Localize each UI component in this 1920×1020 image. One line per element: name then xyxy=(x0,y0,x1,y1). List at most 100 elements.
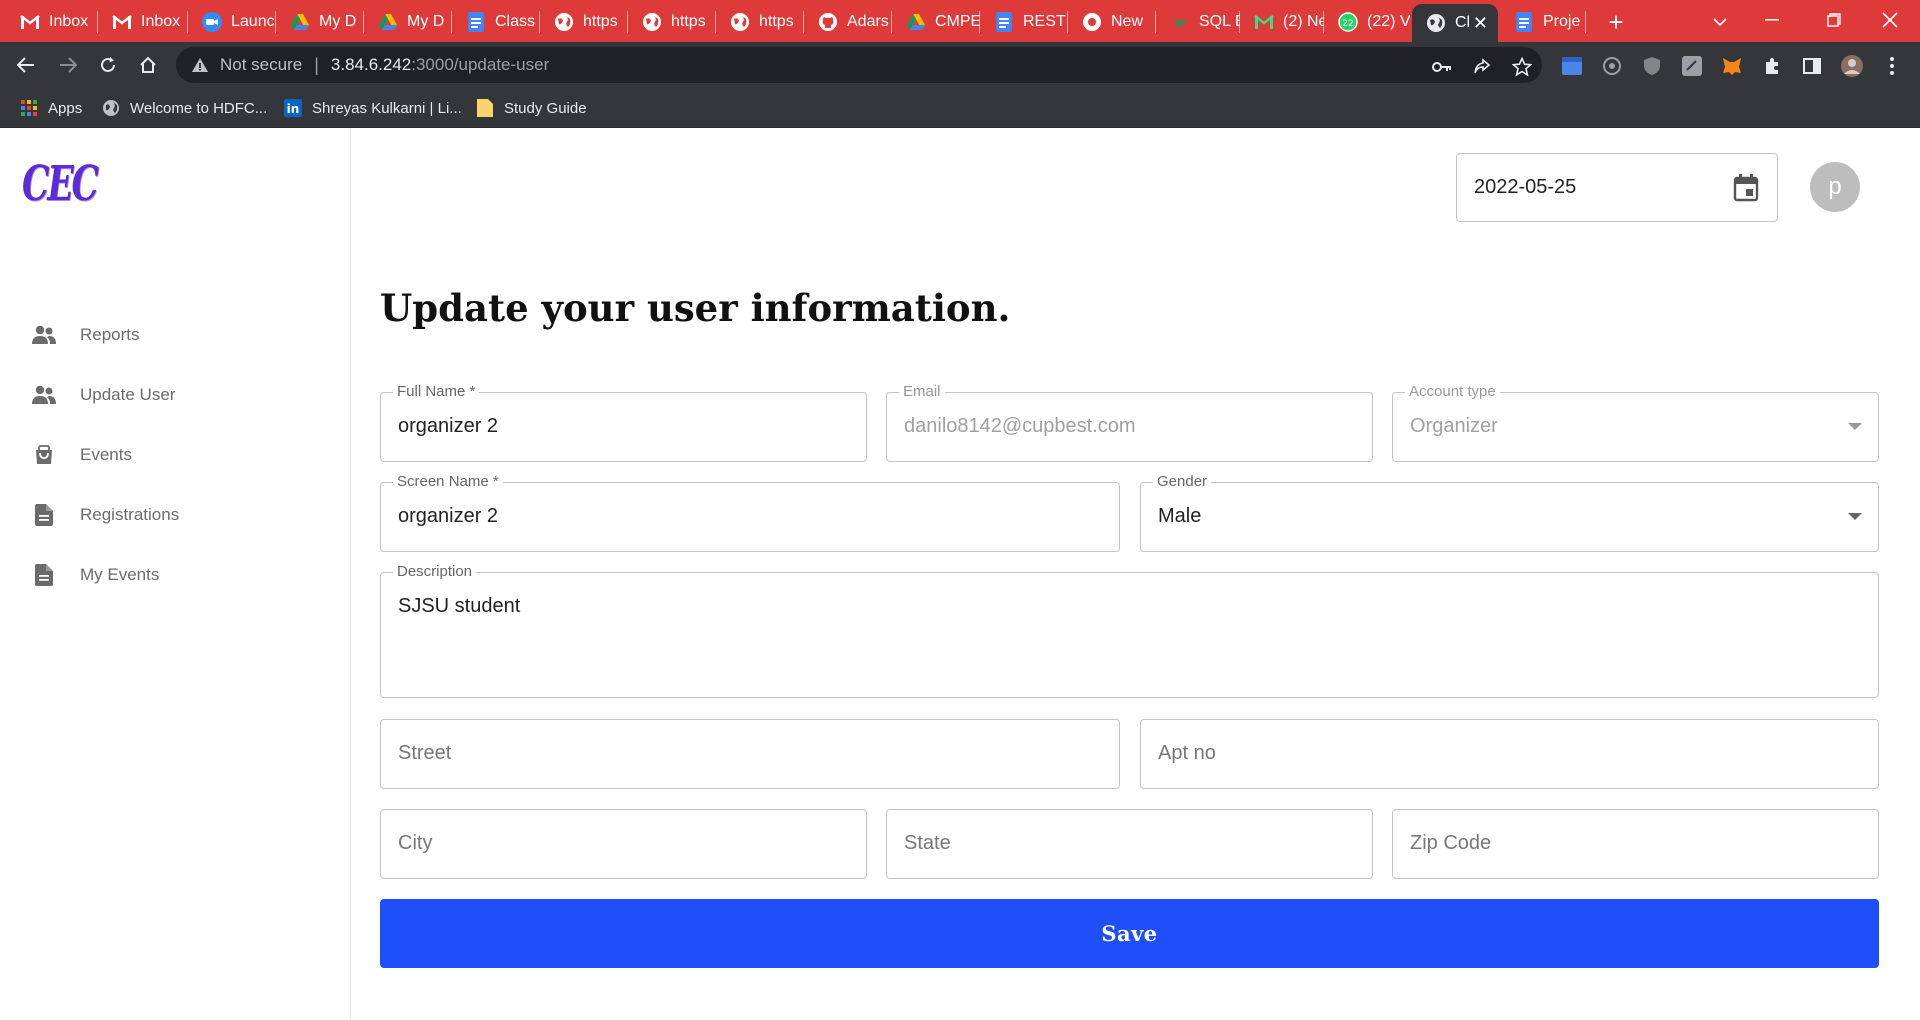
apt-no-input[interactable]: Apt no xyxy=(1140,719,1879,789)
side-panel-icon[interactable] xyxy=(1801,55,1823,77)
gender-select[interactable]: Gender Male xyxy=(1140,473,1879,552)
browser-tab[interactable]: Inbox xyxy=(98,6,186,38)
screen-name-field[interactable]: Screen Name * organizer 2 xyxy=(380,473,1120,552)
bookmark-hdfc[interactable]: Welcome to HDFC... xyxy=(102,96,267,120)
browser-tab[interactable]: New xyxy=(1068,6,1156,38)
page-title: Update your user information. xyxy=(380,286,1011,330)
apt-no-placeholder: Apt no xyxy=(1158,742,1216,764)
star-icon[interactable] xyxy=(1510,55,1534,79)
share-icon[interactable] xyxy=(1470,55,1494,79)
avatar[interactable]: p xyxy=(1810,162,1860,212)
sidebar-item-label: Events xyxy=(80,445,132,464)
browser-tab[interactable]: (2) Ne xyxy=(1240,6,1324,38)
document-icon xyxy=(30,561,58,589)
sidebar-item-my-events[interactable]: My Events xyxy=(30,555,330,595)
address-bar[interactable]: Not secure | 3.84.6.242 :3000/update-use… xyxy=(176,47,1542,83)
metamask-icon[interactable] xyxy=(1721,55,1743,77)
people-icon xyxy=(30,321,58,349)
city-input[interactable]: City xyxy=(380,809,867,879)
document-icon xyxy=(30,501,58,529)
browser-tab[interactable]: 22 (22) V xyxy=(1324,6,1410,38)
menu-kebab-icon[interactable] xyxy=(1881,55,1903,77)
docs-icon xyxy=(1514,12,1534,32)
gender-label: Gender xyxy=(1153,473,1212,491)
date-picker-input[interactable]: 2022-05-25 xyxy=(1456,153,1778,222)
tab-search-icon[interactable] xyxy=(1706,8,1734,36)
close-window-icon[interactable] xyxy=(1862,0,1918,40)
state-input[interactable]: State xyxy=(886,809,1373,879)
street-input[interactable]: Street xyxy=(380,719,1120,789)
app-logo[interactable]: CEC xyxy=(22,156,99,212)
chevron-down-icon xyxy=(1848,423,1862,430)
warning-icon[interactable] xyxy=(190,55,210,75)
calendar-icon[interactable] xyxy=(1733,174,1761,202)
puzzle-icon[interactable] xyxy=(1761,55,1783,77)
sidebar: CEC Reports Update User Events Registrat… xyxy=(0,128,351,1020)
bookmark-apps[interactable]: Apps xyxy=(20,96,82,120)
sidebar-item-label: Registrations xyxy=(80,505,180,524)
tab-title: Proje xyxy=(1543,13,1581,30)
state-placeholder: State xyxy=(904,832,951,854)
browser-tab[interactable]: https xyxy=(716,6,804,38)
forward-icon[interactable] xyxy=(52,49,84,81)
browser-tab[interactable]: Class xyxy=(452,6,540,38)
bookmark-label: Apps xyxy=(48,99,83,117)
sidebar-item-update-user[interactable]: Update User xyxy=(30,375,330,415)
tab-title: SQL E xyxy=(1199,13,1240,30)
calendar-ext-icon[interactable] xyxy=(1561,55,1583,77)
browser-toolbar: Not secure | 3.84.6.242 :3000/update-use… xyxy=(0,42,1920,88)
sidebar-item-events[interactable]: Events xyxy=(30,435,330,475)
browser-tab[interactable]: My D xyxy=(276,6,364,38)
restore-icon[interactable] xyxy=(1806,0,1862,40)
browser-tab[interactable]: https xyxy=(540,6,628,38)
browser-tab[interactable]: CMPE xyxy=(892,6,980,38)
key-icon[interactable] xyxy=(1430,55,1454,79)
date-value: 2022-05-25 xyxy=(1474,176,1577,198)
svg-text:in: in xyxy=(287,102,300,116)
browser-tab[interactable]: Adars xyxy=(804,6,892,38)
browser-tab[interactable]: Proje xyxy=(1500,6,1586,38)
svg-text:22: 22 xyxy=(1342,19,1353,29)
screen-name-label: Screen Name * xyxy=(393,473,503,491)
browser-tab[interactable]: https xyxy=(628,6,716,38)
new-tab-button[interactable]: + xyxy=(1600,6,1632,38)
profile-avatar-icon[interactable] xyxy=(1841,55,1863,77)
back-icon[interactable] xyxy=(10,49,42,81)
reload-icon[interactable] xyxy=(92,49,124,81)
tab-title: Inbox xyxy=(49,13,89,30)
screen-name-value: organizer 2 xyxy=(398,505,499,527)
bookmark-study-guide[interactable]: Study Guide xyxy=(476,96,587,120)
close-tab-icon[interactable]: ✕ xyxy=(1473,13,1488,34)
browser-tab[interactable]: Launc xyxy=(188,6,276,38)
browser-tab-active[interactable]: Cl ✕ xyxy=(1412,4,1498,42)
browser-tab[interactable]: My D xyxy=(364,6,452,38)
tab-title: https xyxy=(671,13,706,30)
browser-tab[interactable]: w SQL E xyxy=(1156,6,1240,38)
folder-icon xyxy=(476,99,494,117)
notes-ext-icon[interactable] xyxy=(1681,55,1703,77)
chrome-icon xyxy=(1082,12,1102,32)
zip-code-input[interactable]: Zip Code xyxy=(1392,809,1879,879)
home-icon[interactable] xyxy=(132,49,164,81)
extension-circle-icon[interactable] xyxy=(1601,55,1623,77)
email-field: Email danilo8142@cupbest.com xyxy=(886,383,1373,462)
minimize-icon[interactable] xyxy=(1744,0,1800,40)
browser-tab[interactable]: REST xyxy=(980,6,1068,38)
apps-grid-icon xyxy=(20,99,38,117)
chevron-down-icon[interactable] xyxy=(1848,513,1862,520)
full-name-field[interactable]: Full Name * organizer 2 xyxy=(380,383,867,462)
globe-icon xyxy=(642,12,662,32)
email-label: Email xyxy=(899,383,945,401)
tab-title: Inbox xyxy=(141,13,181,30)
save-button[interactable]: Save xyxy=(380,899,1879,968)
account-type-label: Account type xyxy=(1405,383,1500,401)
sidebar-item-registrations[interactable]: Registrations xyxy=(30,495,330,535)
browser-tab[interactable]: Inbox xyxy=(6,6,94,38)
github-icon xyxy=(818,12,838,32)
shield-icon[interactable] xyxy=(1641,55,1663,77)
globe-icon xyxy=(1426,13,1446,33)
tab-title: Class xyxy=(495,13,536,30)
description-textarea[interactable]: Description SJSU student xyxy=(380,563,1879,698)
bookmark-linkedin[interactable]: in Shreyas Kulkarni | Li... xyxy=(284,96,462,120)
sidebar-item-reports[interactable]: Reports xyxy=(30,315,330,355)
